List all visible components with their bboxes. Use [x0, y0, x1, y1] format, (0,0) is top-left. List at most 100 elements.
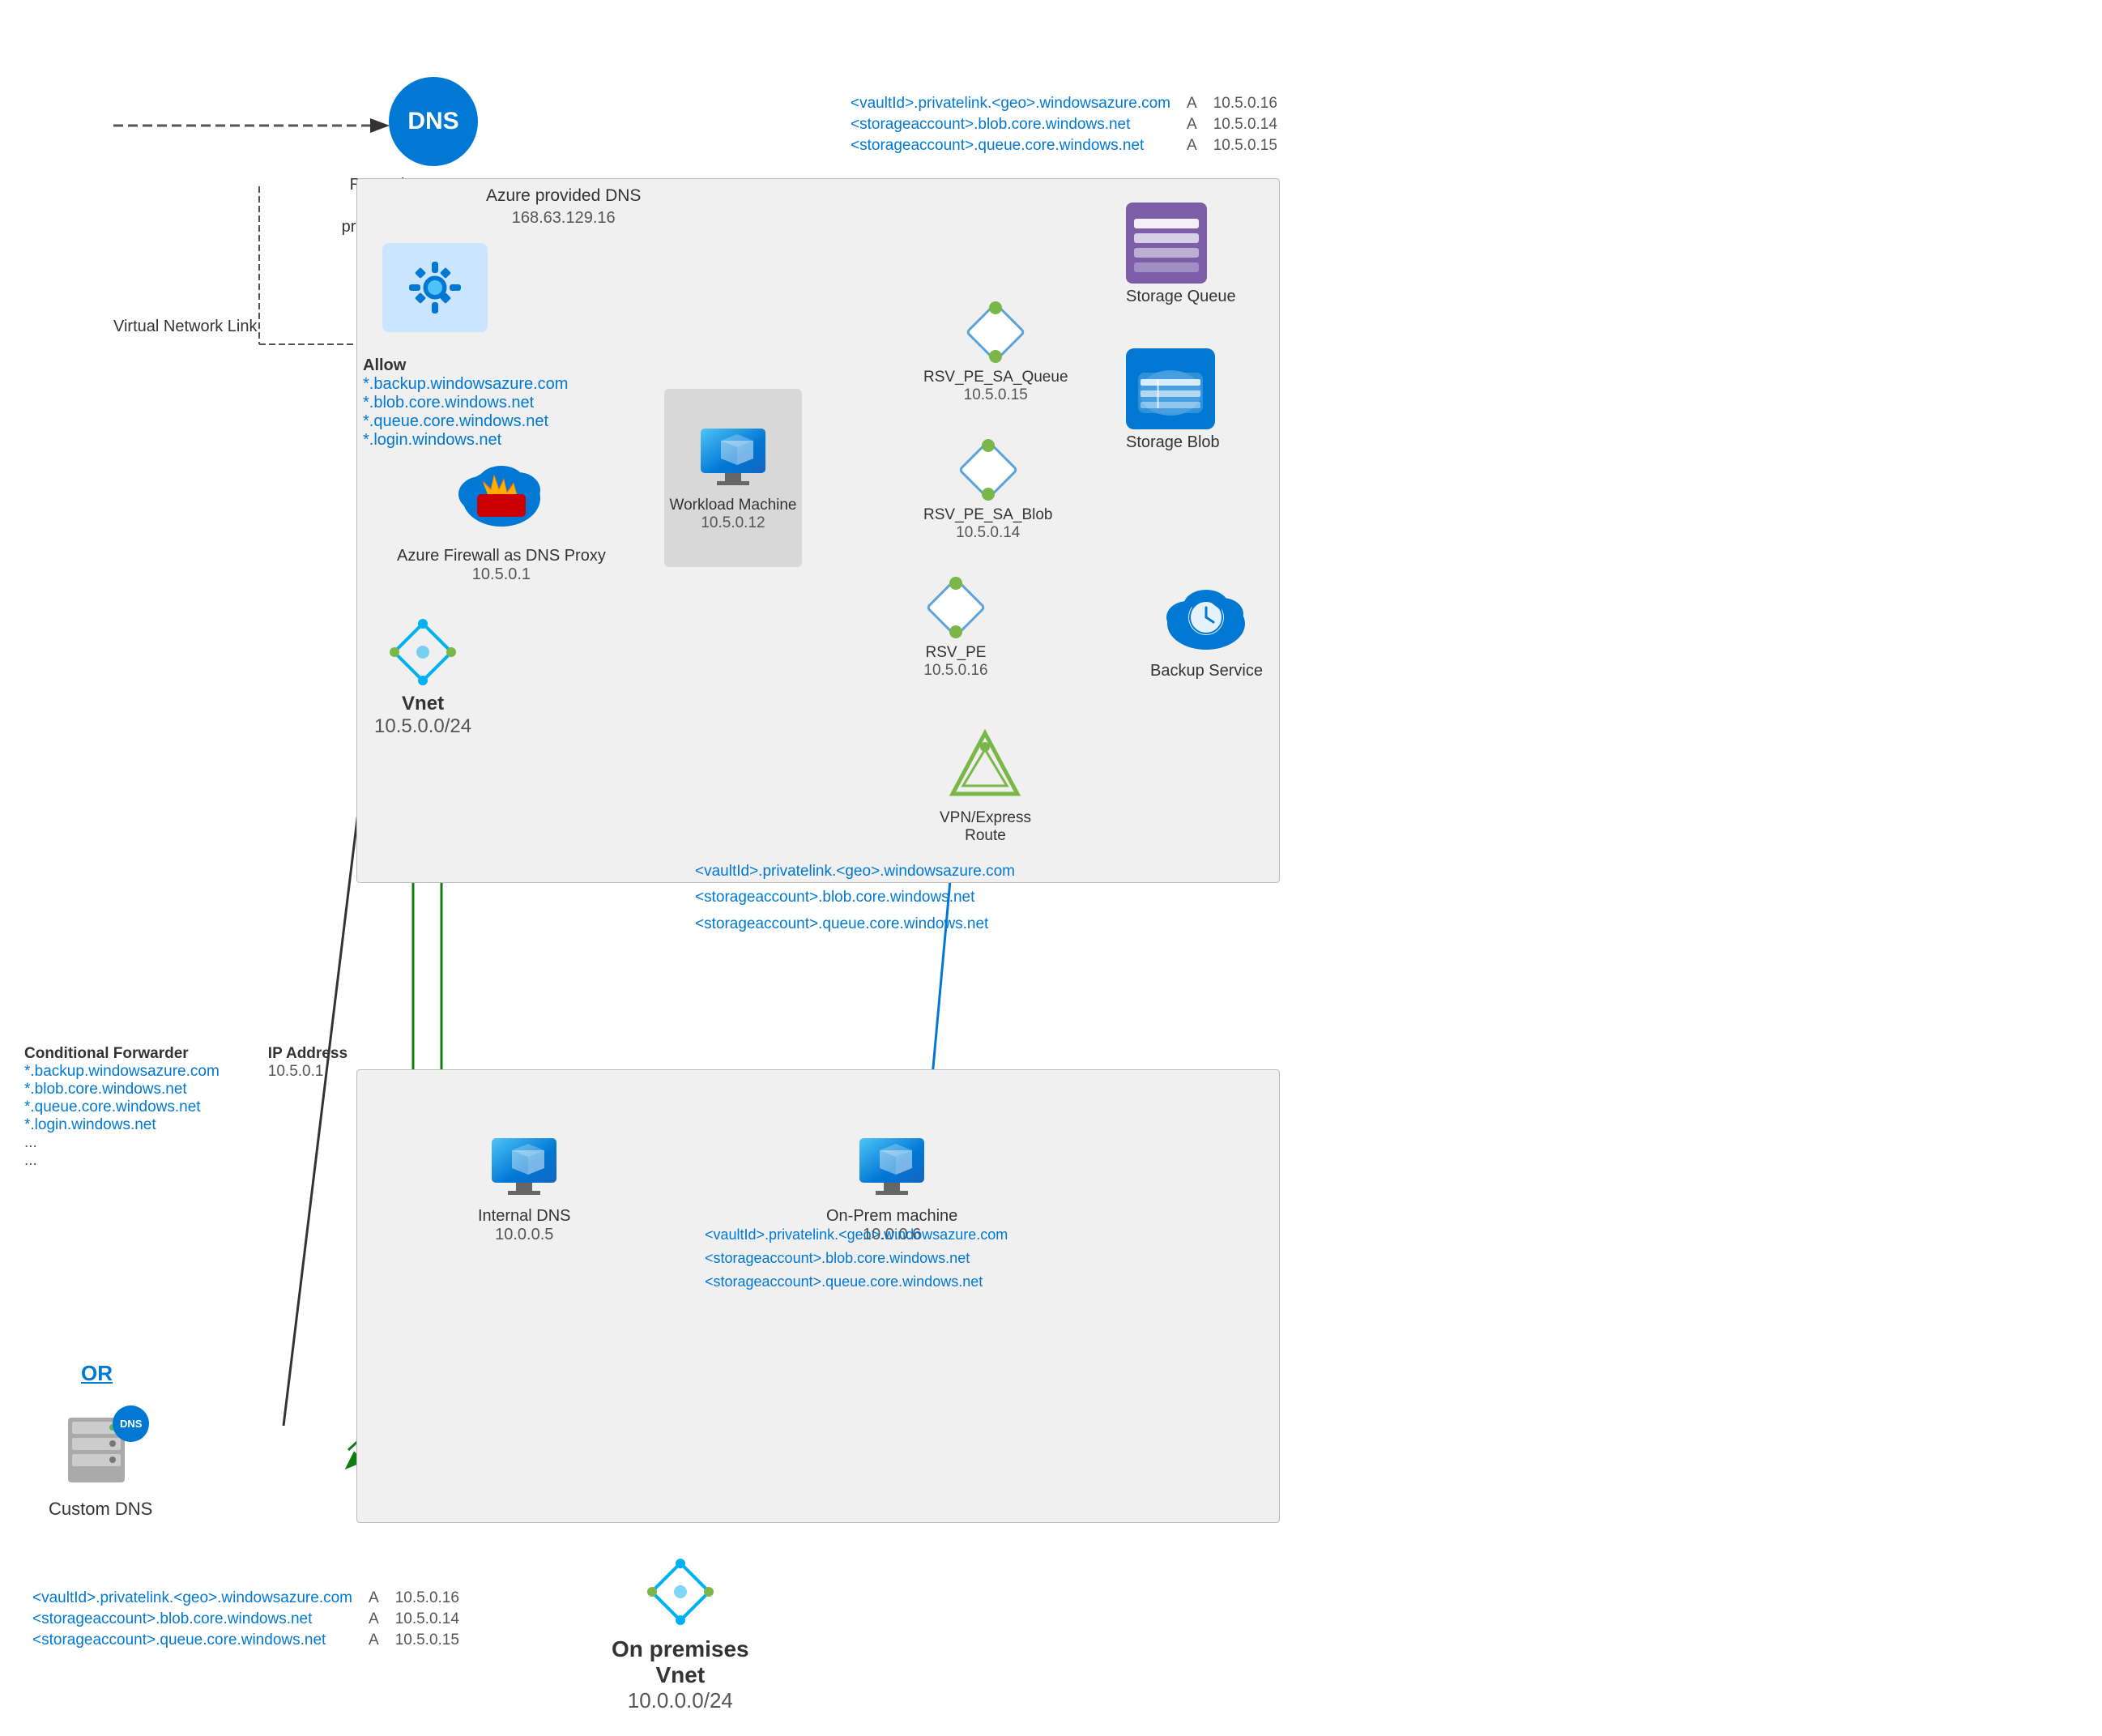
workload-label: Workload Machine: [669, 497, 796, 514]
pe-rsv-icon: [923, 575, 988, 640]
pe-rsv-label: RSV_PE: [923, 644, 988, 662]
bot-dns-row-2-domain: <storageaccount>.queue.core.windows.net: [24, 1630, 360, 1651]
cf-domain-3: *.login.windows.net: [24, 1116, 220, 1134]
pe-queue-icon: [963, 300, 1028, 365]
firewall-container: Azure Firewall as DNS Proxy 10.5.0.1: [397, 450, 606, 584]
azure-dns-label: Azure provided DNS 168.63.129.16: [486, 185, 641, 229]
dns-row-1-type: A: [1179, 114, 1205, 135]
bot-dns-row-1-domain: <storageaccount>.blob.core.windows.net: [24, 1609, 360, 1630]
pe-queue-label: RSV_PE_SA_Queue: [923, 369, 1068, 386]
allow-item-1: *.blob.core.windows.net: [363, 394, 568, 412]
firewall-icon: [457, 450, 546, 539]
custom-dns-container: DNS Custom DNS: [49, 1410, 152, 1520]
inner-dns-0: <vaultId>.privatelink.<geo>.windowsazure…: [695, 859, 1015, 885]
workload-machine-box: Workload Machine 10.5.0.12: [664, 389, 802, 567]
custom-dns-badge: DNS: [113, 1405, 149, 1442]
dns-row-1-ip: 10.5.0.14: [1205, 114, 1286, 135]
dns-records-bottom: <vaultId>.privatelink.<geo>.windowsazure…: [24, 1588, 467, 1651]
dns-records-top: <vaultId>.privatelink.<geo>.windowsazure…: [842, 93, 1286, 156]
or-label: OR: [81, 1361, 113, 1386]
cf-domain-4: ...: [24, 1134, 220, 1152]
vnet-label: Vnet: [374, 693, 471, 715]
internal-dns-monitor-icon: [488, 1134, 561, 1199]
bot-dns-row-2-ip: 10.5.0.15: [387, 1630, 467, 1651]
custom-dns-label: Custom DNS: [49, 1499, 152, 1520]
pe-blob-label: RSV_PE_SA_Blob: [923, 506, 1053, 524]
on-prem-monitor-icon: [855, 1134, 928, 1199]
cf-ip-0: 10.5.0.1: [268, 1063, 347, 1081]
cf-ip-header: IP Address: [268, 1045, 347, 1063]
virtual-network-link-label: Virtual Network Link: [113, 316, 257, 337]
bot-dns-row-2-type: A: [360, 1630, 387, 1651]
cf-domain-5: ...: [24, 1152, 220, 1170]
pe-blob-container: RSV_PE_SA_Blob 10.5.0.14: [923, 437, 1053, 542]
allow-item-2: *.queue.core.windows.net: [363, 412, 568, 431]
dns-row-2-ip: 10.5.0.15: [1205, 135, 1286, 156]
storage-blob-container: Storage Blob: [1126, 348, 1220, 452]
inner-dns-1: <storageaccount>.blob.core.windows.net: [695, 885, 1015, 911]
dns-label: DNS: [407, 108, 458, 135]
op-dns-1: <storageaccount>.blob.core.windows.net: [705, 1247, 1008, 1270]
inner-dns-2: <storageaccount>.queue.core.windows.net: [695, 911, 1015, 937]
pe-queue-container: RSV_PE_SA_Queue 10.5.0.15: [923, 300, 1068, 404]
backup-service-label: Backup Service: [1150, 662, 1263, 680]
bot-dns-row-0-domain: <vaultId>.privatelink.<geo>.windowsazure…: [24, 1588, 360, 1609]
internal-dns-label: Internal DNS: [478, 1207, 571, 1226]
allow-list: Allow *.backup.windowsazure.com *.blob.c…: [363, 356, 568, 450]
on-prem-vnet-container: On premisesVnet 10.0.0.0/24: [612, 1555, 749, 1713]
allow-title: Allow: [363, 356, 568, 375]
bot-dns-row-0-type: A: [360, 1588, 387, 1609]
bot-dns-row-1-ip: 10.5.0.14: [387, 1609, 467, 1630]
storage-queue-label: Storage Queue: [1126, 288, 1236, 306]
azure-dns-gear-box: [382, 243, 488, 332]
dns-row-0-domain: <vaultId>.privatelink.<geo>.windowsazure…: [842, 93, 1179, 114]
firewall-ip: 10.5.0.1: [397, 565, 606, 584]
firewall-label: Azure Firewall as DNS Proxy: [397, 547, 606, 565]
dns-row-1-domain: <storageaccount>.blob.core.windows.net: [842, 114, 1179, 135]
bot-dns-row-0-ip: 10.5.0.16: [387, 1588, 467, 1609]
pe-blob-ip: 10.5.0.14: [923, 524, 1053, 542]
vnet-cidr: 10.5.0.0/24: [374, 715, 471, 738]
dns-row-2-type: A: [1179, 135, 1205, 156]
storage-queue-container: Storage Queue: [1126, 203, 1236, 306]
gear-icon: [403, 255, 467, 320]
op-dns-0: <vaultId>.privatelink.<geo>.windowsazure…: [705, 1223, 1008, 1247]
pe-blob-icon: [956, 437, 1021, 502]
inner-dns-records: <vaultId>.privatelink.<geo>.windowsazure…: [695, 859, 1015, 937]
workload-ip: 10.5.0.12: [669, 514, 796, 532]
dns-row-0-ip: 10.5.0.16: [1205, 93, 1286, 114]
vnet-icon: [386, 616, 459, 689]
on-prem-vnet-icon: [644, 1555, 717, 1628]
storage-blob-label: Storage Blob: [1126, 433, 1220, 452]
diagram-container: DNS Recursive DNS resolution via private…: [0, 0, 2102, 1736]
pe-rsv-container: RSV_PE 10.5.0.16: [923, 575, 988, 680]
cf-title: Conditional Forwarder: [24, 1045, 220, 1063]
storage-queue-icon: [1126, 203, 1207, 284]
on-prem-vnet-label: On premisesVnet: [612, 1636, 749, 1688]
cf-section: Conditional Forwarder *.backup.windowsaz…: [24, 1045, 347, 1170]
internal-dns-container: Internal DNS 10.0.0.5: [478, 1134, 571, 1244]
dns-row-0-type: A: [1179, 93, 1205, 114]
on-prem-inner-dns: <vaultId>.privatelink.<geo>.windowsazure…: [705, 1223, 1008, 1293]
storage-blob-icon: [1126, 348, 1215, 429]
cf-domain-1: *.blob.core.windows.net: [24, 1081, 220, 1098]
dns-icon: DNS: [389, 77, 478, 166]
on-prem-vnet-cidr: 10.0.0.0/24: [612, 1688, 749, 1713]
pe-rsv-ip: 10.5.0.16: [923, 662, 988, 680]
vpn-label: VPN/ExpressRoute: [940, 809, 1031, 845]
dns-row-2-domain: <storageaccount>.queue.core.windows.net: [842, 135, 1179, 156]
vnet-container: Vnet 10.5.0.0/24: [374, 616, 471, 738]
cf-domain-0: *.backup.windowsazure.com: [24, 1063, 220, 1081]
backup-service-container: Backup Service: [1150, 567, 1263, 680]
vpn-icon: [949, 729, 1021, 802]
allow-item-0: *.backup.windowsazure.com: [363, 375, 568, 394]
vpn-container: VPN/ExpressRoute: [940, 729, 1031, 845]
bot-dns-row-1-type: A: [360, 1609, 387, 1630]
cf-domain-2: *.queue.core.windows.net: [24, 1098, 220, 1116]
internal-dns-ip: 10.0.0.5: [478, 1226, 571, 1244]
workload-monitor-icon: [697, 424, 770, 489]
op-dns-2: <storageaccount>.queue.core.windows.net: [705, 1270, 1008, 1294]
backup-service-icon: [1162, 567, 1251, 656]
pe-queue-ip: 10.5.0.15: [923, 386, 1068, 404]
allow-item-3: *.login.windows.net: [363, 431, 568, 450]
